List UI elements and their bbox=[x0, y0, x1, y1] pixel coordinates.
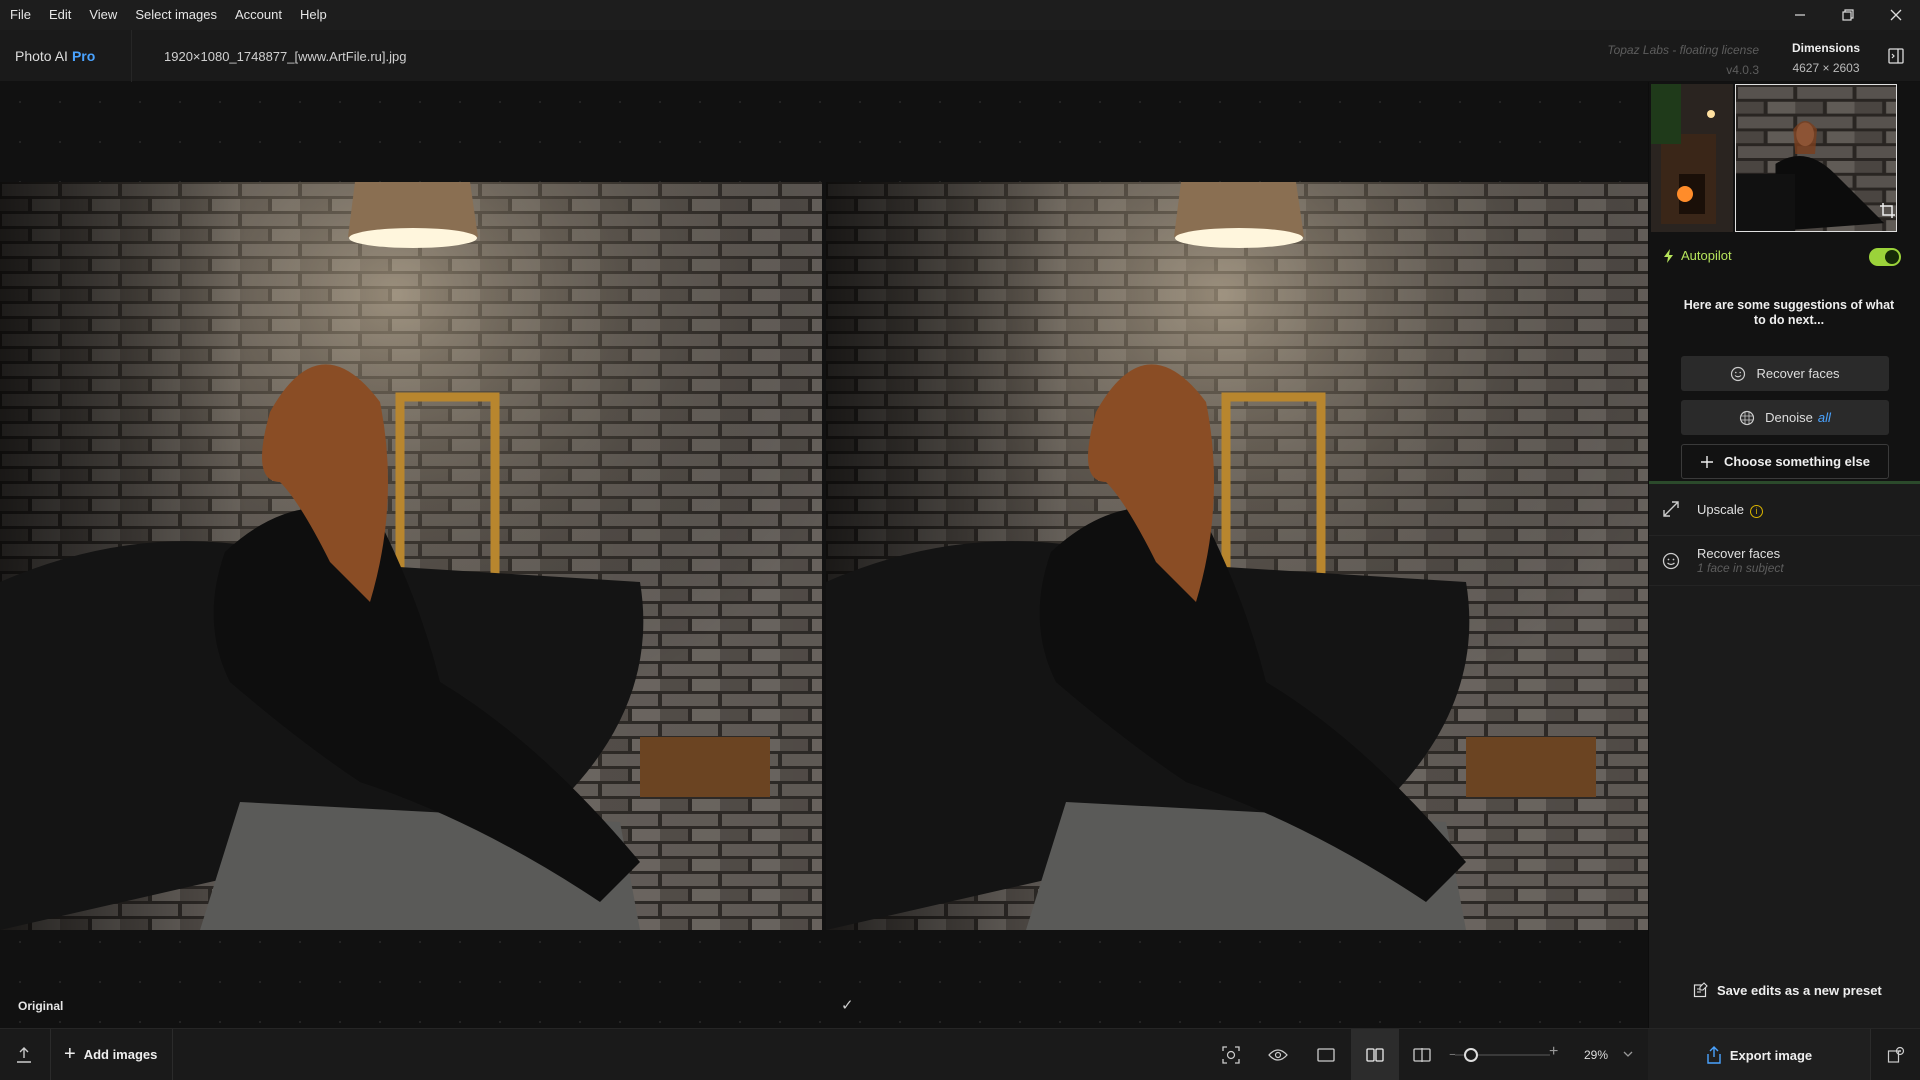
preview-toggle-button[interactable] bbox=[1263, 1041, 1293, 1069]
minimize-icon bbox=[1795, 14, 1805, 16]
upscale-icon bbox=[1663, 501, 1679, 517]
choose-something-else-label: Choose something else bbox=[1724, 454, 1870, 469]
menu-select-images[interactable]: Select images bbox=[125, 0, 225, 30]
app-tier-badge: Pro bbox=[71, 48, 96, 64]
menu-edit[interactable]: Edit bbox=[39, 0, 79, 30]
license-text: Topaz Labs - floating license bbox=[1607, 43, 1759, 57]
toolbar-divider bbox=[50, 1029, 51, 1080]
dimensions-value: 4627 × 2603 bbox=[1792, 61, 1860, 75]
menu-bar: File Edit View Select images Account Hel… bbox=[0, 0, 1920, 30]
bottom-toolbar: + Add images − + 29% Export image bbox=[0, 1028, 1920, 1080]
denoise-icon bbox=[1740, 410, 1755, 425]
denoise-suggestion-button[interactable]: Denoise all bbox=[1681, 400, 1889, 435]
zoom-level[interactable]: 29% bbox=[1584, 1048, 1608, 1062]
file-name: 1920×1080_1748877_[www.ArtFile.ru].jpg bbox=[164, 49, 407, 64]
add-icon: + bbox=[64, 1043, 76, 1065]
toggle-knob bbox=[1885, 250, 1899, 264]
menu-help[interactable]: Help bbox=[290, 0, 335, 30]
chevron-down-icon[interactable] bbox=[1622, 1048, 1634, 1060]
lightning-icon bbox=[1664, 248, 1673, 263]
autopilot-header: Autopilot bbox=[1663, 248, 1732, 263]
menu-file[interactable]: File bbox=[0, 0, 39, 30]
zoom-in-button[interactable]: + bbox=[1549, 1043, 1558, 1061]
restore-button[interactable] bbox=[1824, 0, 1872, 30]
side-by-side-view-button[interactable] bbox=[1351, 1029, 1399, 1080]
image-canvas bbox=[0, 82, 1648, 1028]
zoom-slider-handle[interactable] bbox=[1464, 1048, 1478, 1062]
add-images-label: Add images bbox=[83, 1046, 158, 1062]
upscale-tool-row[interactable]: Upscale i bbox=[1649, 484, 1920, 536]
processed-check-icon: ✓ bbox=[841, 997, 854, 1014]
recover-faces-title: Recover faces bbox=[1697, 546, 1781, 561]
recover-faces-suggestion-button[interactable]: Recover faces bbox=[1681, 356, 1889, 391]
license-info: Topaz Labs - floating license v4.0.3 bbox=[1607, 40, 1759, 80]
panel-toggle-button[interactable] bbox=[1886, 46, 1906, 66]
export-icon bbox=[1707, 1046, 1721, 1064]
original-photo bbox=[0, 182, 822, 930]
thumbnail-strip bbox=[1649, 82, 1920, 232]
close-icon bbox=[1890, 9, 1902, 21]
suggestion-text: Here are some suggestions of what to do … bbox=[1683, 298, 1895, 327]
autopilot-label: Autopilot bbox=[1681, 248, 1732, 263]
face-icon bbox=[1662, 552, 1680, 570]
autopilot-toggle[interactable] bbox=[1869, 248, 1901, 266]
window-controls bbox=[1776, 0, 1920, 30]
export-image-button[interactable]: Export image bbox=[1648, 1029, 1870, 1080]
side-by-side-icon bbox=[1366, 1048, 1384, 1062]
title-header: Photo AI Pro 1920×1080_1748877_[www.ArtFi… bbox=[0, 30, 1920, 82]
focus-view-button[interactable] bbox=[1216, 1041, 1246, 1069]
export-image-label: Export image bbox=[1729, 1047, 1813, 1063]
dimensions-title: Dimensions bbox=[1791, 41, 1860, 55]
crop-icon[interactable] bbox=[1879, 202, 1897, 220]
close-button[interactable] bbox=[1872, 0, 1920, 30]
processed-photo bbox=[826, 182, 1648, 930]
upload-icon[interactable] bbox=[14, 1045, 34, 1065]
denoise-scope-tag: all bbox=[1817, 410, 1831, 425]
single-view-button[interactable] bbox=[1311, 1041, 1341, 1069]
single-view-icon bbox=[1317, 1048, 1335, 1062]
save-preset-icon bbox=[1693, 982, 1708, 998]
right-panel: Autopilot Here are some suggestions of w… bbox=[1648, 82, 1920, 1028]
sidebar-toggle-icon bbox=[1888, 48, 1904, 64]
recover-faces-subtitle: 1 face in subject bbox=[1697, 561, 1784, 575]
app-name: Photo AI Pro bbox=[15, 48, 95, 64]
denoise-suggestion-label: Denoise bbox=[1765, 410, 1813, 425]
eye-icon bbox=[1268, 1049, 1288, 1061]
export-settings-button[interactable] bbox=[1870, 1029, 1920, 1080]
original-label: Original bbox=[18, 999, 64, 1013]
export-settings-icon bbox=[1887, 1046, 1904, 1063]
processed-image-pane[interactable] bbox=[826, 182, 1648, 930]
version-text: v4.0.3 bbox=[1726, 63, 1759, 77]
face-detect-icon bbox=[1222, 1046, 1240, 1064]
upscale-title-text: Upscale bbox=[1697, 502, 1744, 517]
original-image-pane[interactable] bbox=[0, 182, 822, 930]
header-divider bbox=[131, 30, 132, 82]
add-images-button[interactable]: + Add images bbox=[64, 1043, 158, 1065]
menu-view[interactable]: View bbox=[79, 0, 125, 30]
choose-something-else-button[interactable]: Choose something else bbox=[1681, 444, 1889, 479]
toolbar-divider bbox=[172, 1029, 173, 1080]
save-preset-button[interactable]: Save edits as a new preset bbox=[1693, 982, 1882, 998]
upscale-title: Upscale i bbox=[1697, 502, 1763, 518]
menu-account[interactable]: Account bbox=[225, 0, 290, 30]
minimize-button[interactable] bbox=[1776, 0, 1824, 30]
recover-faces-suggestion-label: Recover faces bbox=[1756, 366, 1840, 381]
split-view-icon bbox=[1413, 1048, 1431, 1062]
app-name-label: Photo AI bbox=[15, 48, 68, 64]
split-view-button[interactable] bbox=[1407, 1041, 1437, 1069]
upscale-info-icon[interactable]: i bbox=[1749, 505, 1763, 518]
recover-faces-tool-row[interactable]: Recover faces 1 face in subject bbox=[1649, 536, 1920, 586]
restore-icon bbox=[1842, 9, 1854, 21]
autopilot-section: Autopilot Here are some suggestions of w… bbox=[1649, 232, 1920, 484]
face-icon bbox=[1731, 366, 1746, 381]
thumbnail-current[interactable] bbox=[1735, 84, 1897, 232]
save-preset-label: Save edits as a new preset bbox=[1717, 982, 1882, 998]
plus-icon bbox=[1701, 455, 1714, 468]
dimensions-info: Dimensions 4627 × 2603 bbox=[1792, 38, 1860, 78]
thumbnail-previous[interactable] bbox=[1651, 84, 1733, 232]
